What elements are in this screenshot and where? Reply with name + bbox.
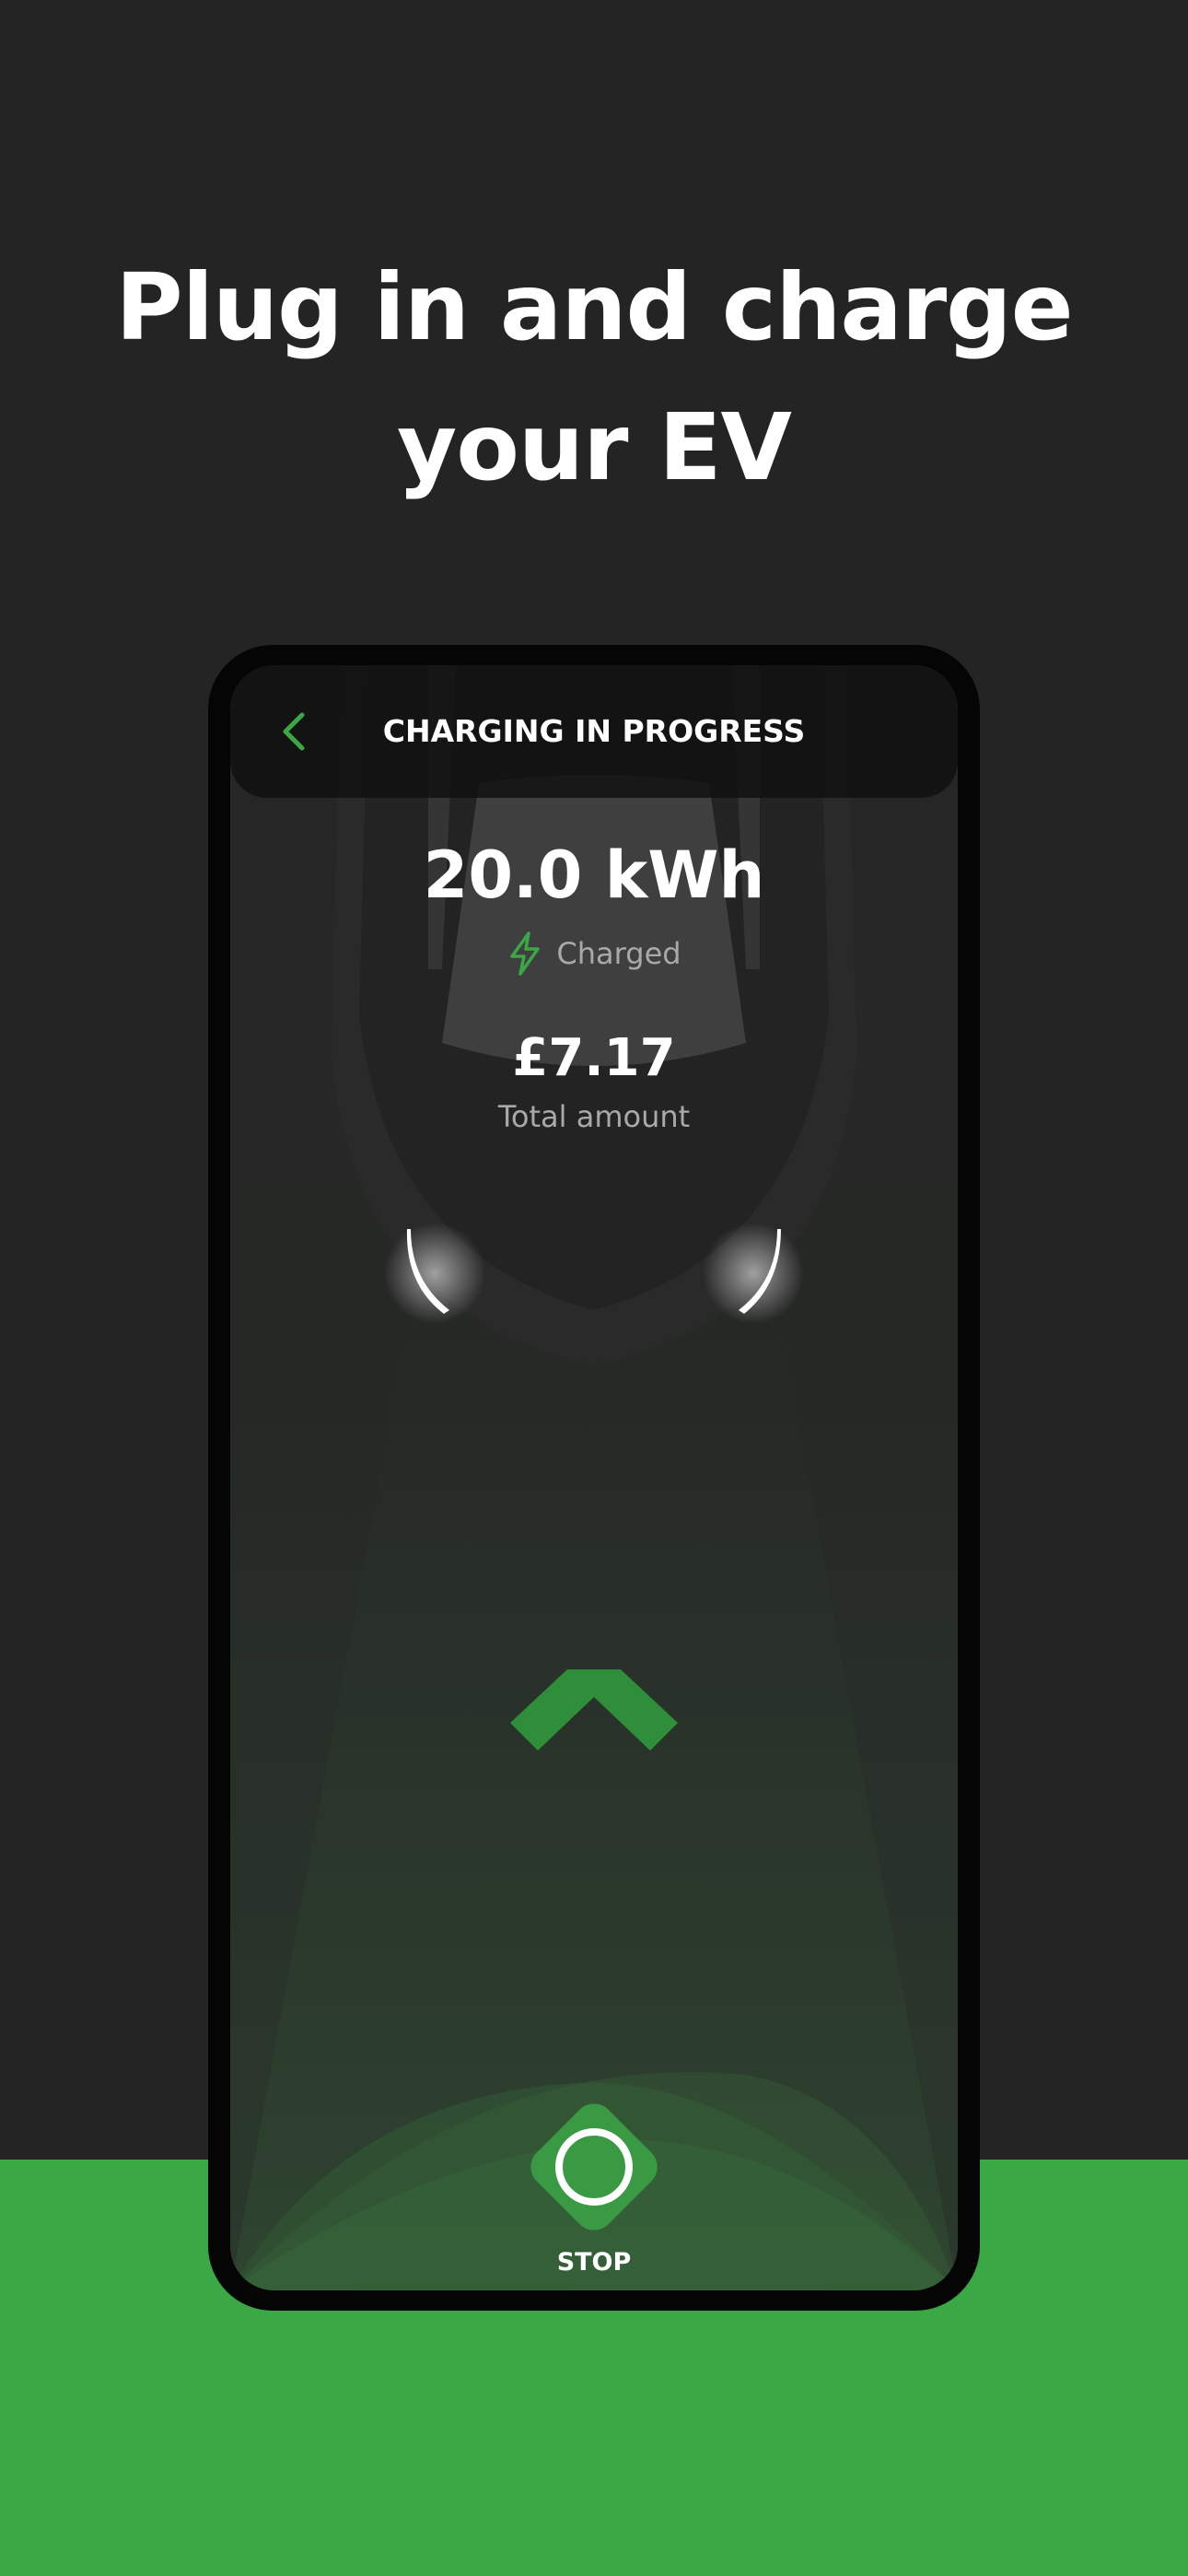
- lightning-bolt-icon: [510, 931, 541, 976]
- screen-title: CHARGING IN PROGRESS: [382, 713, 806, 749]
- chevron-up-icon[interactable]: [510, 1669, 678, 1758]
- stop-label: STOP: [556, 2248, 632, 2277]
- top-bar: CHARGING IN PROGRESS: [230, 665, 958, 798]
- headline: Plug in and charge your EV: [0, 238, 1188, 518]
- phone-frame: CHARGING IN PROGRESS 20.0 kWh Charged £7…: [208, 645, 980, 2311]
- stop-button[interactable]: [511, 2084, 677, 2250]
- charged-status: Charged: [230, 931, 958, 977]
- phone-screen: CHARGING IN PROGRESS 20.0 kWh Charged £7…: [230, 665, 958, 2290]
- stop-circle-icon: [530, 2103, 658, 2231]
- total-amount-label: Total amount: [497, 1099, 691, 1134]
- total-amount-value: £7.17: [512, 1028, 676, 1088]
- charged-label: Charged: [556, 936, 681, 971]
- app-store-screenshot: Plug in and charge your EV CHARGING IN P…: [0, 0, 1188, 2576]
- headline-line-2: your EV: [397, 393, 792, 501]
- headline-line-1: Plug in and charge: [115, 253, 1073, 361]
- energy-value: 20.0 kWh: [423, 837, 765, 913]
